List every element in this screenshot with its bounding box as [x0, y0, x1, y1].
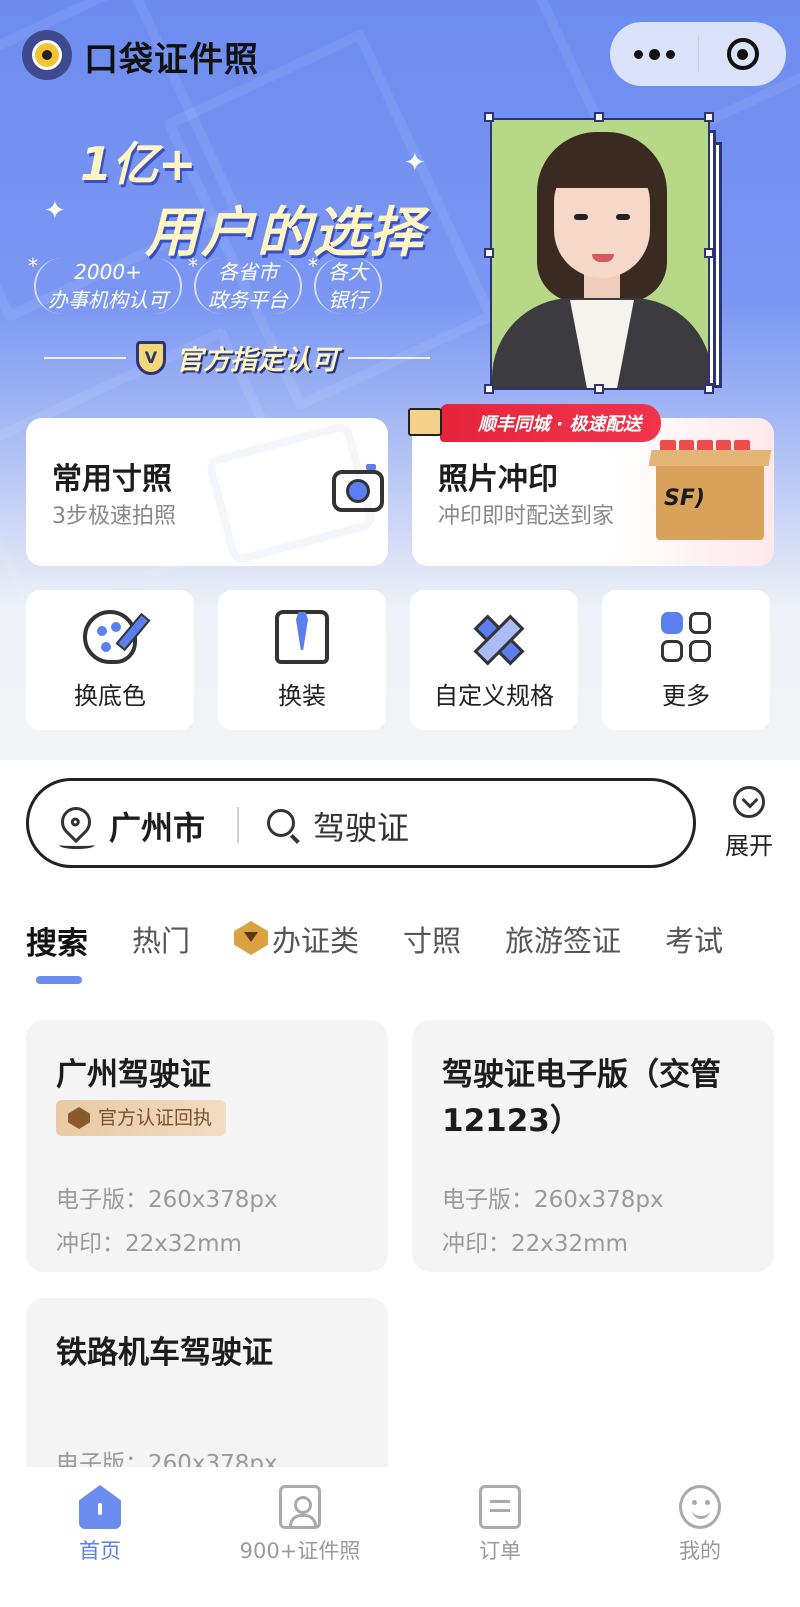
tool-label: 换底色 — [74, 682, 146, 710]
tabbar-home[interactable]: 首页 — [20, 1485, 180, 1565]
tab-hot[interactable]: 热门 — [132, 918, 190, 960]
official-text: 官方指定认可 — [176, 345, 338, 376]
result-spec-digital: 电子版：260x378px — [442, 1187, 664, 1213]
official-certification: V 官方指定认可 — [44, 338, 430, 377]
package-icon — [408, 408, 442, 436]
shield-icon: V — [136, 340, 166, 375]
tabbar-id-photos[interactable]: 900+证件照 — [220, 1485, 380, 1565]
tabbar-label: 我的 — [679, 1539, 721, 1563]
id-photo-icon — [279, 1485, 321, 1529]
tool-label: 自定义规格 — [434, 682, 554, 710]
delivery-ribbon: 顺丰同城 · 极速配送 — [440, 404, 662, 442]
grid-icon — [659, 610, 713, 664]
result-title: 驾驶证电子版（交管12123） — [442, 1057, 721, 1139]
palette-icon — [83, 610, 137, 664]
portrait-image — [490, 118, 710, 390]
recognition-badges: 2000+办事机构认可 各省市政务平台 各大银行 — [28, 252, 382, 314]
camera-icon — [332, 464, 384, 512]
more-dots-icon[interactable] — [610, 22, 698, 86]
tool-more[interactable]: 更多 — [602, 590, 770, 730]
sparkle-icon: ✦ — [404, 148, 426, 178]
sf-logo: SF) — [664, 486, 705, 511]
result-title: 广州驾驶证 — [56, 1057, 211, 1093]
result-spec-digital: 电子版：260x378px — [56, 1187, 278, 1213]
result-spec-print: 冲印：22x32mm — [56, 1231, 242, 1257]
tab-inch-photo[interactable]: 寸照 — [403, 918, 461, 960]
tool-change-background[interactable]: 换底色 — [26, 590, 194, 730]
tabbar-orders[interactable]: 订单 — [420, 1485, 580, 1565]
result-title: 铁路机车驾驶证 — [56, 1335, 273, 1371]
card-title: 照片冲印 — [438, 462, 558, 497]
sample-id-photo — [484, 112, 722, 394]
slogan-main: 用户的选择 — [145, 201, 425, 264]
tab-certificates[interactable]: 办证类 — [234, 918, 359, 960]
order-icon — [479, 1485, 521, 1529]
common-size-card[interactable]: 常用寸照 3步极速拍照 — [26, 418, 388, 566]
search-bar[interactable]: 广州市 驾驶证 — [26, 778, 696, 868]
recognition-badge: 各省市政务平台 — [188, 252, 302, 314]
app-title: 口袋证件照 — [84, 40, 259, 80]
category-tabs: 搜索 热门 办证类 寸照 旅游签证 考试 — [26, 918, 767, 984]
smile-icon — [679, 1485, 721, 1529]
slogan-count: 1亿+ — [80, 137, 197, 191]
mini-program-capsule — [610, 22, 786, 86]
tab-search[interactable]: 搜索 — [26, 918, 88, 984]
sf-box-icon: SF) — [648, 450, 772, 540]
result-spec-print: 冲印：22x32mm — [442, 1231, 628, 1257]
target-close-icon[interactable] — [699, 22, 786, 86]
tool-change-outfit[interactable]: 换装 — [218, 590, 386, 730]
tool-label: 更多 — [662, 682, 710, 710]
result-card[interactable]: 驾驶证电子版（交管12123） 电子版：260x378px 冲印：22x32mm — [412, 1020, 774, 1272]
crown-badge-icon — [234, 921, 269, 955]
expand-button[interactable]: 展开 — [718, 786, 780, 861]
sparkle-icon: ✦ — [44, 196, 66, 226]
location-pin-icon — [54, 800, 98, 844]
ruler-pencil-icon — [467, 610, 521, 664]
shirt-icon — [275, 610, 329, 664]
tabbar-label: 首页 — [79, 1539, 121, 1563]
tabbar-mine[interactable]: 我的 — [620, 1485, 780, 1565]
recognition-badge: 各大银行 — [308, 252, 382, 314]
home-icon — [79, 1485, 121, 1529]
tab-exam[interactable]: 考试 — [665, 918, 723, 960]
tool-label: 换装 — [278, 682, 326, 710]
search-input[interactable]: 驾驶证 — [313, 803, 409, 849]
city-selector[interactable]: 广州市 — [109, 803, 205, 849]
card-subtitle: 冲印即时配送到家 — [438, 504, 615, 529]
official-receipt-tag: 官方认证回执 — [56, 1100, 227, 1136]
owl-logo-icon — [22, 30, 72, 80]
tab-travel-visa[interactable]: 旅游签证 — [505, 918, 621, 960]
recognition-badge: 2000+办事机构认可 — [28, 252, 182, 314]
bottom-tab-bar: 首页 900+证件照 订单 我的 — [0, 1467, 800, 1607]
tabbar-label: 订单 — [479, 1539, 521, 1563]
card-title: 常用寸照 — [52, 462, 172, 497]
card-subtitle: 3步极速拍照 — [52, 504, 176, 529]
tool-custom-size[interactable]: 自定义规格 — [410, 590, 578, 730]
search-icon — [267, 809, 295, 837]
chevron-down-icon — [733, 786, 765, 818]
result-card[interactable]: 广州驾驶证 官方认证回执 电子版：260x378px 冲印：22x32mm — [26, 1020, 388, 1272]
expand-label: 展开 — [725, 832, 773, 860]
tabbar-label: 900+证件照 — [239, 1539, 361, 1563]
